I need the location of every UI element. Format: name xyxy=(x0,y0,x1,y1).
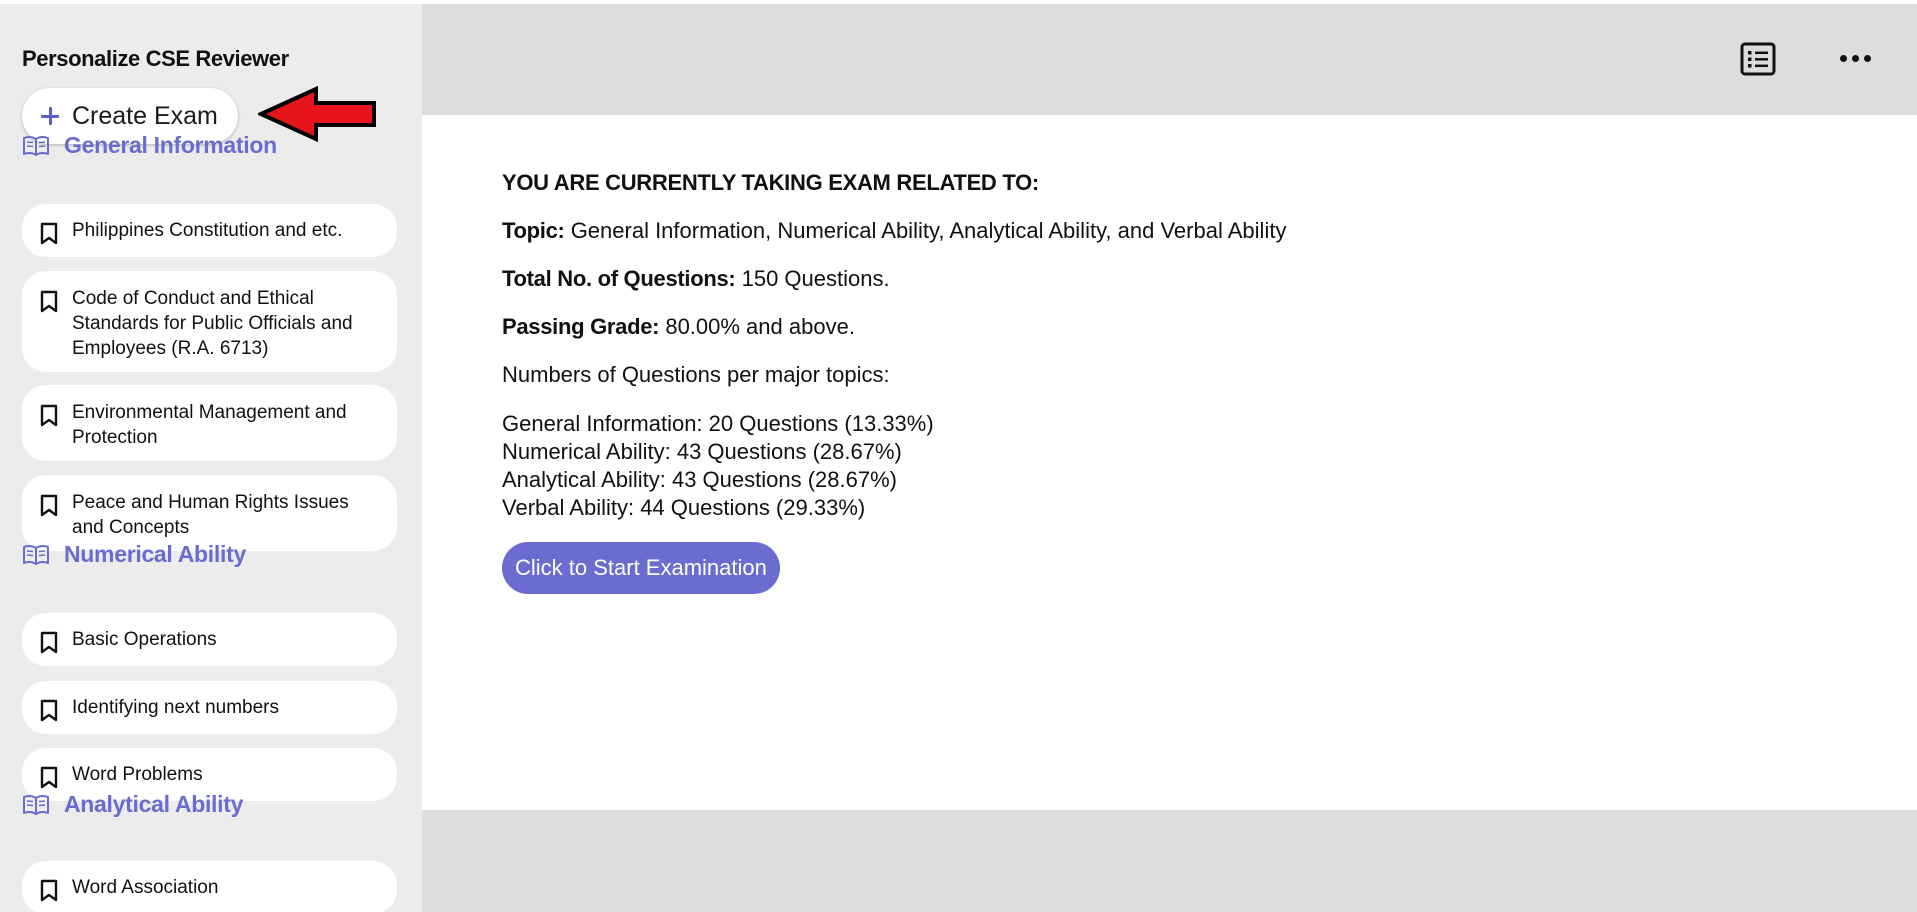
bottom-bar xyxy=(422,810,1917,912)
sidebar-item-environmental-management[interactable]: Environmental Management and Protection xyxy=(22,385,397,461)
bookmark-icon xyxy=(40,404,58,427)
section-numerical-ability[interactable]: Numerical Ability xyxy=(22,541,246,568)
section-title: General Information xyxy=(64,132,277,158)
sidebar-item-peace-human-rights[interactable]: Peace and Human Rights Issues and Concep… xyxy=(22,475,397,551)
distribution-item: Analytical Ability: 43 Questions (28.67%… xyxy=(502,467,897,492)
bookmark-icon xyxy=(40,766,58,789)
section-title: Analytical Ability xyxy=(64,791,244,817)
topic-label: Topic: xyxy=(502,218,565,243)
sidebar-item-label: Peace and Human Rights Issues and Concep… xyxy=(72,492,349,538)
total-questions-label: Total No. of Questions: xyxy=(502,266,736,291)
bookmark-icon xyxy=(40,631,58,654)
main-content: YOU ARE CURRENTLY TAKING EXAM RELATED TO… xyxy=(422,115,1917,810)
sidebar-item-basic-operations[interactable]: Basic Operations xyxy=(22,613,397,666)
sidebar-item-label: Word Problems xyxy=(72,764,203,785)
section-title: Numerical Ability xyxy=(64,541,246,567)
total-questions-value: 150 Questions. xyxy=(741,266,890,291)
sidebar-item-label: Philippines Constitution and etc. xyxy=(72,220,343,241)
open-book-icon xyxy=(23,135,49,156)
list-view-icon[interactable] xyxy=(1740,42,1776,76)
passing-grade-label: Passing Grade: xyxy=(502,314,660,339)
sidebar-item-code-of-conduct[interactable]: Code of Conduct and Ethical Standards fo… xyxy=(22,271,397,372)
bookmark-icon xyxy=(40,222,58,245)
create-exam-label: Create Exam xyxy=(72,101,218,130)
distribution-item: Verbal Ability: 44 Questions (29.33%) xyxy=(502,495,866,520)
start-examination-button[interactable]: Click to Start Examination xyxy=(502,542,780,594)
topic-value: General Information, Numerical Ability, … xyxy=(570,218,1287,243)
section-general-information[interactable]: General Information xyxy=(22,132,277,159)
sidebar-item-label: Code of Conduct and Ethical Standards fo… xyxy=(72,288,353,359)
sidebar-item-label: Identifying next numbers xyxy=(72,697,280,718)
topic-distribution-list: General Information: 20 Questions (13.33… xyxy=(502,410,1286,522)
sidebar-item-identifying-next-numbers[interactable]: Identifying next numbers xyxy=(22,681,397,734)
distribution-item: Numerical Ability: 43 Questions (28.67%) xyxy=(502,439,902,464)
bookmark-icon xyxy=(40,879,58,902)
top-toolbar xyxy=(422,4,1917,115)
open-book-icon xyxy=(23,544,49,565)
passing-grade-line: Passing Grade: 80.00% and above. xyxy=(502,314,1286,340)
bookmark-icon xyxy=(40,290,58,313)
distribution-item: General Information: 20 Questions (13.33… xyxy=(502,411,934,436)
total-questions-line: Total No. of Questions: 150 Questions. xyxy=(502,266,1286,292)
passing-grade-value: 80.00% and above. xyxy=(665,314,855,339)
exam-heading: YOU ARE CURRENTLY TAKING EXAM RELATED TO… xyxy=(502,170,1039,195)
exam-summary: YOU ARE CURRENTLY TAKING EXAM RELATED TO… xyxy=(502,170,1286,594)
sidebar-item-label: Word Association xyxy=(72,877,219,898)
section-analytical-ability[interactable]: Analytical Ability xyxy=(22,791,243,818)
sidebar-item-label: Environmental Management and Protection xyxy=(72,402,347,448)
bookmark-icon xyxy=(40,494,58,517)
plus-icon xyxy=(38,104,62,128)
sidebar-item-label: Basic Operations xyxy=(72,629,217,650)
app-title: Personalize CSE Reviewer xyxy=(22,46,289,71)
sidebar-item-word-association[interactable]: Word Association xyxy=(22,861,397,912)
sidebar-item-philippines-constitution[interactable]: Philippines Constitution and etc. xyxy=(22,204,397,257)
red-arrow-icon xyxy=(258,86,376,142)
topic-line: Topic: General Information, Numerical Ab… xyxy=(502,218,1286,244)
open-book-icon xyxy=(23,794,49,815)
bookmark-icon xyxy=(40,699,58,722)
per-topic-label: Numbers of Questions per major topics: xyxy=(502,362,890,387)
more-horizontal-icon[interactable] xyxy=(1840,55,1871,62)
